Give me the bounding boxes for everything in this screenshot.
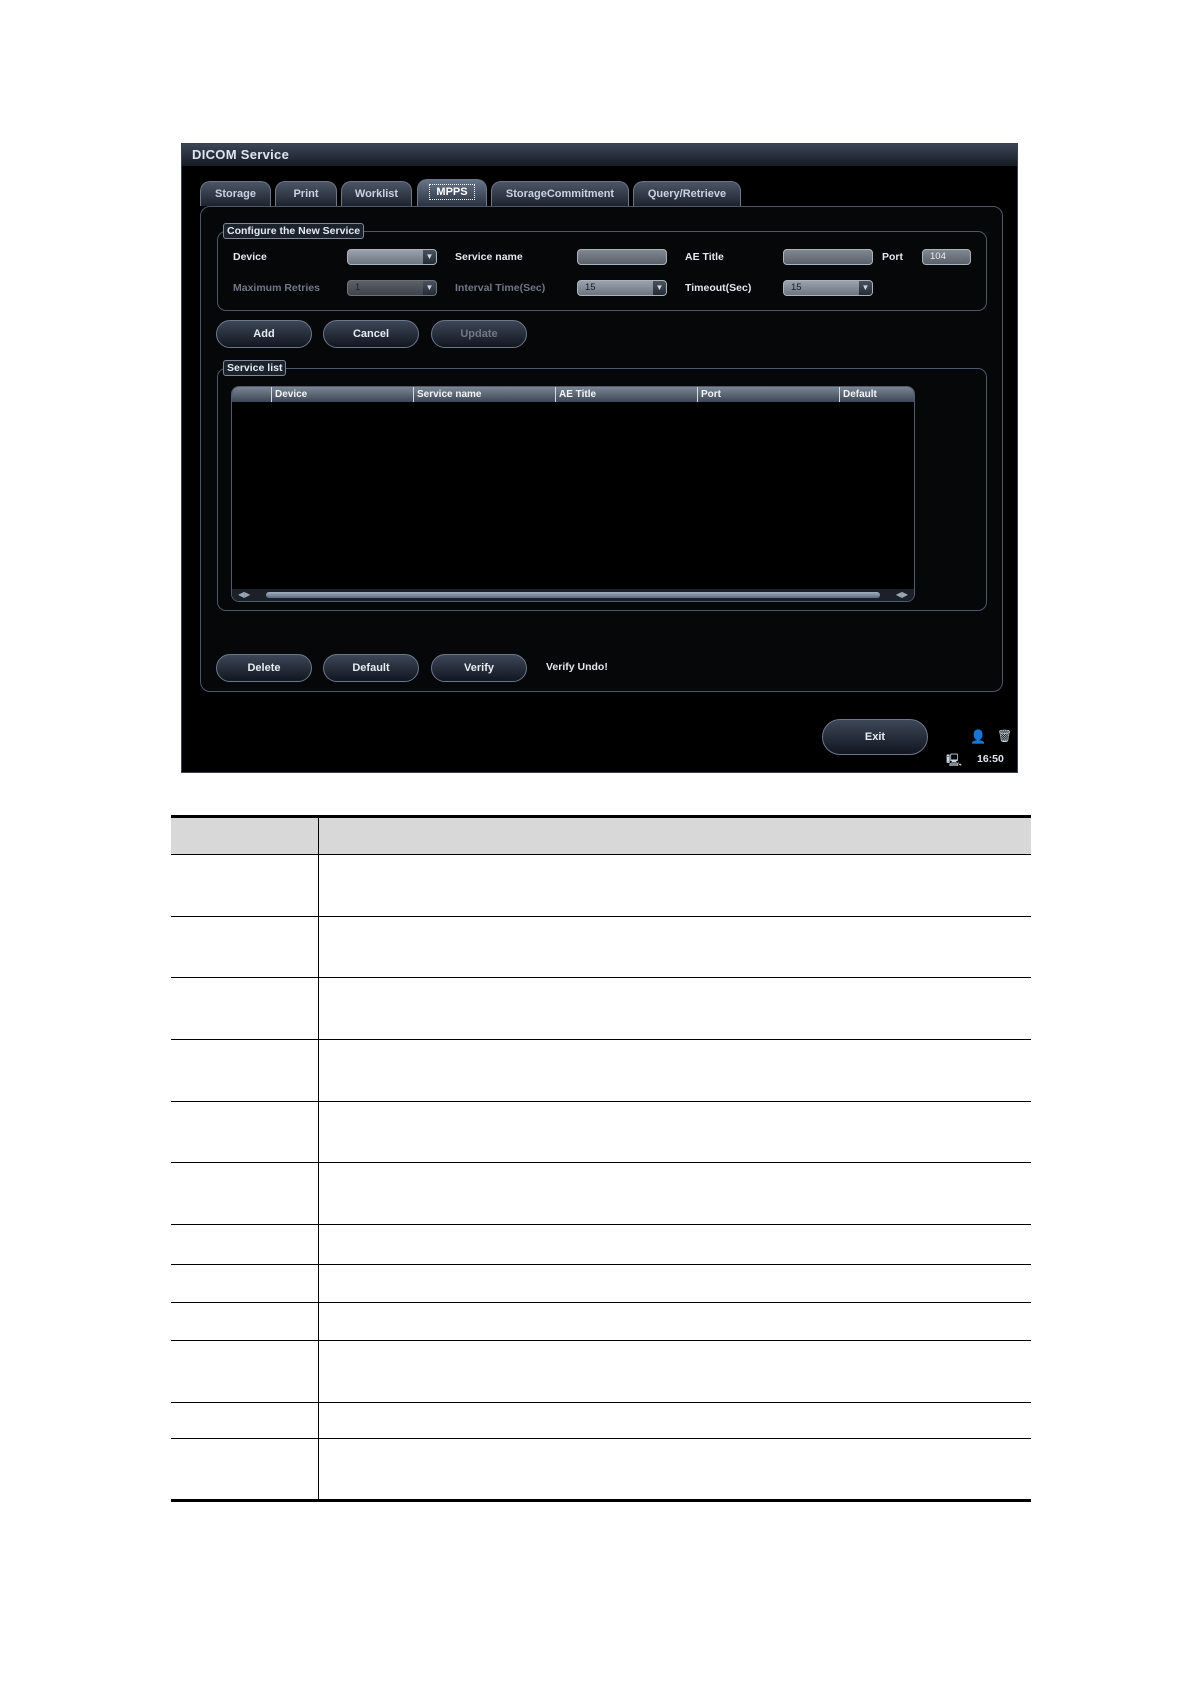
trash-icon: 🗑 bbox=[997, 729, 1013, 743]
exit-button[interactable]: Exit bbox=[822, 719, 928, 755]
table-row bbox=[171, 1302, 1031, 1341]
tab-query-retrieve-label: Query/Retrieve bbox=[647, 188, 727, 200]
column-service-name[interactable]: Service name bbox=[413, 387, 555, 402]
device-select[interactable]: ▼ bbox=[347, 249, 437, 265]
max-retries-value: 1 bbox=[355, 282, 361, 293]
table-row bbox=[171, 1438, 1031, 1502]
tab-print[interactable]: Print bbox=[275, 181, 337, 206]
update-button[interactable]: Update bbox=[431, 320, 527, 348]
interval-label: Interval Time(Sec) bbox=[455, 282, 546, 294]
configure-legend: Configure the New Service bbox=[223, 223, 365, 239]
service-name-label: Service name bbox=[455, 251, 523, 263]
interval-select[interactable]: 15 ▼ bbox=[577, 280, 667, 296]
scrollbar-thumb[interactable] bbox=[266, 592, 880, 598]
configure-group: Configure the New Service Device ▼ Servi… bbox=[217, 223, 987, 311]
cancel-button[interactable]: Cancel bbox=[323, 320, 419, 348]
description-table-header bbox=[171, 815, 1031, 855]
header-cell-2 bbox=[318, 815, 1031, 855]
mpps-panel: Configure the New Service Device ▼ Servi… bbox=[200, 206, 1003, 692]
service-name-input[interactable] bbox=[577, 249, 667, 265]
table-row bbox=[171, 1101, 1031, 1163]
verify-status: Verify Undo! bbox=[546, 661, 608, 673]
column-device[interactable]: Device bbox=[271, 387, 413, 402]
table-row bbox=[171, 854, 1031, 917]
service-list-header: Device Service name AE Title Port Defaul… bbox=[232, 387, 914, 402]
max-retries-label: Maximum Retries bbox=[233, 282, 320, 294]
dicom-service-window: DICOM Service Storage Print Worklist MPP… bbox=[181, 143, 1018, 773]
dropdown-arrow-icon: ▼ bbox=[423, 281, 436, 295]
tab-storage-label: Storage bbox=[215, 188, 256, 200]
tab-print-label: Print bbox=[293, 188, 319, 200]
table-row bbox=[171, 1402, 1031, 1439]
service-list-group: Service list Device Service name AE Titl… bbox=[217, 360, 987, 611]
max-retries-select[interactable]: 1 ▼ bbox=[347, 280, 437, 296]
service-list-legend: Service list bbox=[223, 360, 287, 376]
tab-mpps-label: MPPS bbox=[429, 184, 475, 200]
tab-mpps[interactable]: MPPS bbox=[417, 179, 487, 206]
ae-title-input[interactable] bbox=[783, 249, 873, 265]
network-icon: 🖳 bbox=[946, 753, 963, 767]
scroll-left-icon[interactable]: ◀▶ bbox=[238, 589, 250, 601]
tab-worklist[interactable]: Worklist bbox=[341, 181, 412, 206]
tab-storage-commitment-label: StorageCommitment bbox=[505, 188, 615, 200]
column-default[interactable]: Default bbox=[839, 387, 913, 402]
table-row bbox=[171, 1340, 1031, 1403]
table-row bbox=[171, 916, 1031, 978]
timeout-label: Timeout(Sec) bbox=[685, 282, 752, 294]
table-row bbox=[171, 1224, 1031, 1265]
tab-storage[interactable]: Storage bbox=[200, 181, 271, 206]
service-list-table[interactable]: Device Service name AE Title Port Defaul… bbox=[231, 386, 915, 602]
horizontal-scrollbar[interactable]: ◀▶ ◀▶ bbox=[232, 589, 914, 601]
header-cell-1 bbox=[171, 815, 319, 855]
dropdown-arrow-icon: ▼ bbox=[423, 250, 436, 264]
verify-button[interactable]: Verify bbox=[431, 654, 527, 682]
ae-title-label: AE Title bbox=[685, 251, 724, 263]
table-row bbox=[171, 1162, 1031, 1225]
description-table bbox=[171, 815, 1031, 1502]
window-title: DICOM Service bbox=[182, 144, 1017, 166]
dropdown-arrow-icon: ▼ bbox=[859, 281, 872, 295]
tab-query-retrieve[interactable]: Query/Retrieve bbox=[633, 181, 741, 206]
table-row bbox=[171, 1039, 1031, 1102]
column-ae-title[interactable]: AE Title bbox=[555, 387, 697, 402]
default-button[interactable]: Default bbox=[323, 654, 419, 682]
column-port[interactable]: Port bbox=[697, 387, 839, 402]
timeout-value: 15 bbox=[791, 282, 802, 293]
tab-storage-commitment[interactable]: StorageCommitment bbox=[491, 181, 629, 206]
table-row bbox=[171, 977, 1031, 1040]
timeout-select[interactable]: 15 ▼ bbox=[783, 280, 873, 296]
port-value: 104 bbox=[930, 251, 946, 262]
device-label: Device bbox=[233, 251, 267, 263]
clock: 16:50 bbox=[977, 753, 1004, 765]
add-button[interactable]: Add bbox=[216, 320, 312, 348]
tab-worklist-label: Worklist bbox=[354, 188, 399, 200]
user-icon: 👤 bbox=[970, 729, 987, 744]
scroll-right-icon[interactable]: ◀▶ bbox=[896, 589, 908, 601]
delete-button[interactable]: Delete bbox=[216, 654, 312, 682]
dropdown-arrow-icon: ▼ bbox=[653, 281, 666, 295]
interval-value: 15 bbox=[585, 282, 596, 293]
table-row bbox=[171, 1264, 1031, 1303]
port-input[interactable]: 104 bbox=[922, 249, 971, 265]
port-label: Port bbox=[882, 251, 903, 263]
